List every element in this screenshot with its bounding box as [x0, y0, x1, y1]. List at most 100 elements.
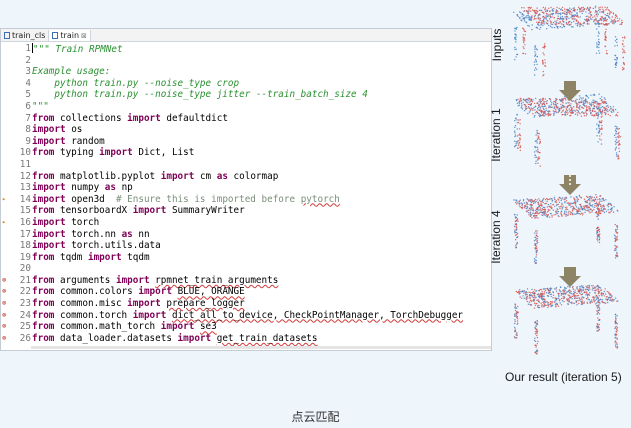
- code-token: import: [138, 286, 172, 298]
- code-line[interactable]: ⊗ 26 from data_loader.datasets import get_…: [1, 333, 491, 345]
- code-token: random: [65, 135, 105, 147]
- code-line[interactable]: ⊗ 25 from common.math_torch import se3: [1, 321, 491, 333]
- code-line[interactable]: 19 from tqdm import tqdm: [1, 252, 491, 264]
- down-arrow-icon: [559, 175, 581, 195]
- code-line[interactable]: 11: [1, 159, 491, 171]
- code-area[interactable]: 1 """ Train RPMNet 2 3 Example usage: 4 pytho…: [1, 43, 491, 344]
- code-token: import: [32, 124, 66, 136]
- code-token: tensorboardX: [54, 205, 133, 217]
- code-token: """ Train RPMNet: [33, 44, 123, 55]
- python-file-icon: [4, 32, 10, 39]
- line-number: 7: [25, 112, 31, 124]
- figure-caption: 点云匹配: [291, 410, 340, 424]
- code-token: import: [32, 135, 66, 147]
- code-line[interactable]: 1 """ Train RPMNet: [1, 43, 491, 55]
- code-line[interactable]: ⊗ 23 from common.misc import prepare_logge…: [1, 298, 491, 310]
- code-text: import torch.utils.data: [32, 240, 161, 252]
- code-line[interactable]: 20: [1, 263, 491, 275]
- code-text: import random: [32, 136, 105, 148]
- line-number: 19: [19, 251, 31, 263]
- code-token: dict_all_to_device, CheckPointManager, T…: [171, 309, 464, 321]
- line-number: 3: [25, 66, 31, 78]
- ellipsis-dot: [569, 183, 571, 185]
- code-line[interactable]: ▸ 16 import torch: [1, 217, 491, 229]
- tab-train-cls[interactable]: train_cls: [1, 30, 50, 41]
- code-line[interactable]: 18 import torch.utils.data: [1, 240, 491, 252]
- code-line[interactable]: ⊗ 24 from common.torch import dict_all_to_…: [1, 310, 491, 322]
- code-token: import: [132, 205, 167, 217]
- line-number: 20: [19, 263, 31, 275]
- horizontal-scrollbar[interactable]: [31, 346, 491, 349]
- close-icon[interactable]: ⊠: [81, 32, 87, 40]
- code-text: python train.py --noise_type jitter --tr…: [32, 89, 367, 101]
- code-token: from: [32, 332, 55, 344]
- line-number: 15: [19, 205, 31, 217]
- python-file-icon: [52, 32, 59, 39]
- code-line[interactable]: ⊗ 22 from common.colors import BLUE, ORANG…: [1, 286, 491, 298]
- point-cloud: [513, 194, 619, 265]
- code-line[interactable]: 5 python train.py --noise_type jitter --…: [1, 89, 491, 101]
- code-token: import: [32, 182, 66, 194]
- code-line[interactable]: 3 Example usage:: [1, 66, 491, 78]
- code-token: import: [127, 112, 161, 124]
- tab-label: train_cls: [12, 31, 46, 40]
- code-line[interactable]: 8 import os: [1, 124, 491, 136]
- code-text: from tqdm import tqdm: [32, 252, 150, 264]
- code-token: from: [32, 170, 55, 182]
- code-token: import: [160, 321, 195, 333]
- code-token: from: [32, 309, 55, 321]
- code-token: open3d: [65, 193, 116, 205]
- code-text: import open3d # Ensure this is imported …: [32, 194, 340, 206]
- code-line[interactable]: 10 from typing import Dict, List: [1, 147, 491, 159]
- line-number: 17: [19, 228, 31, 240]
- code-line[interactable]: 4 python train.py --noise_type crop: [1, 78, 491, 90]
- code-text: from common.misc import prepare_logger: [32, 298, 245, 310]
- line-number: 22: [19, 286, 31, 298]
- code-line[interactable]: 17 import torch.nn as nn: [1, 229, 491, 241]
- code-line[interactable]: 15 from tensorboardX import SummaryWriter: [1, 205, 491, 217]
- code-line[interactable]: ⊗ 21 from arguments import rpmnet_train_ar…: [1, 275, 491, 287]
- code-token: cm: [194, 170, 217, 182]
- code-token: import: [160, 170, 195, 182]
- code-token: get_train_datasets: [216, 332, 318, 344]
- code-text: from common.torch import dict_all_to_dev…: [32, 310, 463, 322]
- code-line[interactable]: 2: [1, 55, 491, 67]
- code-token: import: [32, 216, 66, 228]
- ellipsis-dot: [569, 179, 571, 181]
- code-token: tqdm: [54, 251, 88, 263]
- code-token: common.misc: [54, 298, 128, 310]
- line-number: 2: [25, 54, 31, 66]
- code-token: BLUE, ORANGE: [177, 286, 245, 298]
- code-token: common.colors: [54, 286, 139, 298]
- code-token: colormap: [227, 170, 279, 182]
- code-token: # Ensure this is imported before: [115, 193, 301, 205]
- code-line[interactable]: 12 from matplotlib.pyplot import cm as co…: [1, 171, 491, 183]
- code-token: arguments: [54, 274, 116, 286]
- code-line[interactable]: 13 import numpy as np: [1, 182, 491, 194]
- code-token: python train.py --noise_type crop: [32, 77, 240, 89]
- code-line[interactable]: ▸ 14 import open3d # Ensure this is import…: [1, 194, 491, 206]
- code-token: as: [216, 170, 228, 182]
- line-number: 1: [25, 43, 31, 54]
- iteration-1-label: Iteration 1: [489, 108, 503, 162]
- code-line[interactable]: 7 from collections import defaultdict: [1, 113, 491, 125]
- line-number: 21: [19, 274, 31, 286]
- code-text: from tensorboardX import SummaryWriter: [32, 205, 245, 217]
- code-token: import: [87, 251, 122, 263]
- code-token: from: [32, 321, 55, 333]
- line-number: 25: [19, 321, 31, 333]
- code-token: import: [99, 147, 133, 159]
- code-token: common.torch: [54, 309, 133, 321]
- code-token: tqdm: [121, 251, 150, 263]
- code-text: import os: [32, 124, 82, 136]
- tab-train[interactable]: train ⊠: [49, 30, 91, 41]
- code-token: typing: [54, 147, 100, 159]
- code-token: Example usage:: [32, 66, 111, 78]
- code-token: os: [65, 124, 83, 136]
- code-token: numpy: [65, 182, 105, 194]
- code-text: """ Train RPMNet: [32, 43, 123, 55]
- code-line[interactable]: 9 import random: [1, 136, 491, 148]
- code-text: python train.py --noise_type crop: [32, 78, 239, 90]
- point-cloud: [513, 284, 619, 355]
- code-line[interactable]: 6 """: [1, 101, 491, 113]
